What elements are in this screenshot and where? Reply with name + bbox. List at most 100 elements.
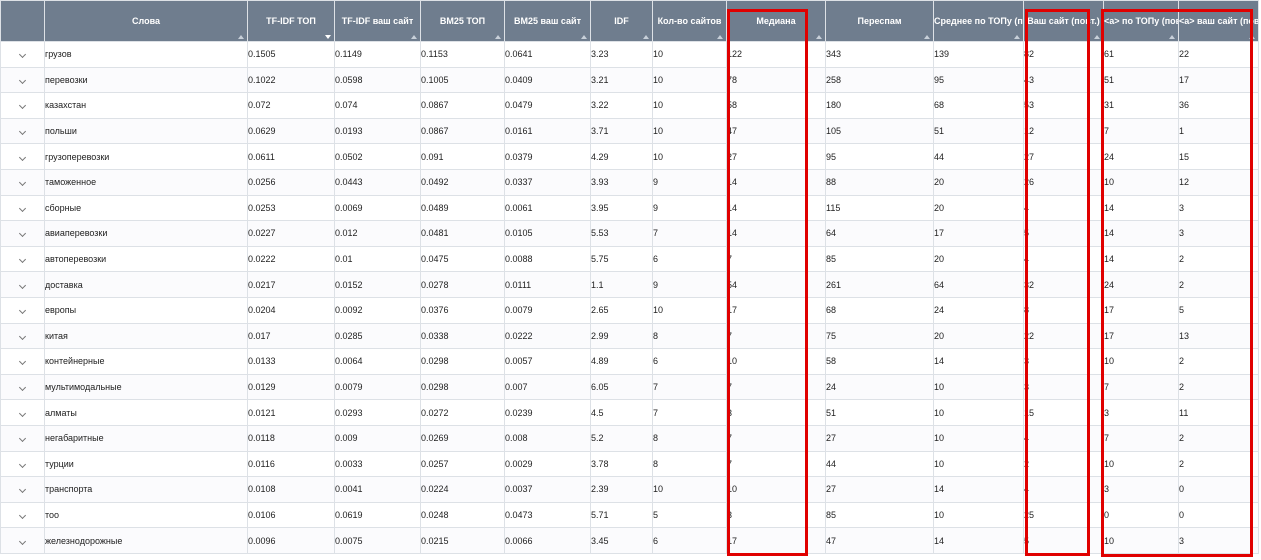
sort-icon[interactable]	[495, 35, 501, 39]
chevron-down-icon[interactable]	[18, 102, 27, 110]
header-your-site[interactable]: Ваш сайт (повт.)	[1023, 0, 1104, 42]
header-word[interactable]: Слова	[44, 0, 248, 42]
expand-cell[interactable]	[0, 220, 45, 247]
expand-cell[interactable]	[0, 245, 45, 273]
chevron-down-icon[interactable]	[18, 76, 27, 84]
idf-cell: 3.45	[590, 527, 653, 554]
chevron-down-icon[interactable]	[18, 281, 27, 289]
expand-cell[interactable]	[0, 41, 45, 68]
chevron-down-icon[interactable]	[18, 256, 27, 264]
tfidf-top-cell: 0.0129	[247, 373, 335, 401]
bm25-site-cell: 0.0479	[504, 92, 591, 119]
expand-cell[interactable]	[0, 527, 45, 554]
expand-cell[interactable]	[0, 194, 45, 222]
overspam-cell: 95	[825, 143, 934, 170]
expand-cell[interactable]	[0, 399, 45, 426]
expand-cell[interactable]	[0, 450, 45, 478]
header-tfidf-top[interactable]: TF-IDF ТОП	[247, 0, 335, 42]
sort-icon[interactable]	[411, 35, 417, 39]
expand-cell[interactable]	[0, 117, 45, 145]
bm25-site-cell: 0.0337	[504, 168, 591, 196]
header-overspam[interactable]: Переспам	[825, 0, 934, 42]
sites-cell: 8	[652, 424, 727, 452]
header-bm25-top[interactable]: BM25 ТОП	[420, 0, 505, 42]
a-site-cell: 3	[1178, 220, 1259, 247]
header-sites[interactable]: Кол-во сайтов	[652, 0, 727, 42]
expand-cell[interactable]	[0, 348, 45, 375]
bm25-top-cell: 0.0867	[420, 92, 505, 119]
tfidf-top-cell: 0.0222	[247, 245, 335, 273]
expand-cell[interactable]	[0, 66, 45, 94]
header-a-site[interactable]: <a> ваш сайт (повт.)	[1178, 0, 1259, 42]
expand-cell[interactable]	[0, 168, 45, 196]
expand-cell[interactable]	[0, 271, 45, 298]
sites-cell: 10	[652, 41, 727, 68]
sort-desc-icon[interactable]	[325, 35, 331, 39]
bm25-top-cell: 0.0224	[420, 476, 505, 503]
chevron-down-icon[interactable]	[18, 537, 27, 545]
expand-cell[interactable]	[0, 373, 45, 401]
sort-icon[interactable]	[581, 35, 587, 39]
sites-cell: 10	[652, 476, 727, 503]
header-median[interactable]: Медиана	[726, 0, 826, 42]
sort-icon[interactable]	[238, 35, 244, 39]
bm25-top-cell: 0.0867	[420, 117, 505, 145]
chevron-down-icon[interactable]	[18, 230, 27, 238]
chevron-down-icon[interactable]	[18, 435, 27, 443]
expand-cell[interactable]	[0, 424, 45, 452]
word-cell: транспорта	[44, 476, 248, 503]
tfidf-top-cell: 0.0227	[247, 220, 335, 247]
tfidf-site-cell: 0.1149	[334, 41, 421, 68]
bm25-site-cell: 0.0029	[504, 450, 591, 478]
expand-cell[interactable]	[0, 143, 45, 170]
sort-icon[interactable]	[1094, 35, 1100, 39]
table-row: тоо 0.0106 0.0619 0.0248 0.0473 5.71 5 3…	[0, 501, 1259, 529]
tfidf-site-cell: 0.0598	[334, 66, 421, 94]
header-avg-top[interactable]: Среднее по ТОПу (повт.)	[933, 0, 1024, 42]
chevron-down-icon[interactable]	[18, 486, 27, 494]
chevron-down-icon[interactable]	[18, 460, 27, 468]
expand-cell[interactable]	[0, 92, 45, 119]
median-cell: 3	[726, 399, 826, 426]
chevron-down-icon[interactable]	[18, 153, 27, 161]
tfidf-site-cell: 0.0064	[334, 348, 421, 375]
expand-cell[interactable]	[0, 501, 45, 529]
sort-icon[interactable]	[643, 35, 649, 39]
a-site-cell: 13	[1178, 322, 1259, 350]
header-bm25-site[interactable]: BM25 ваш сайт	[504, 0, 591, 42]
tfidf-site-cell: 0.0033	[334, 450, 421, 478]
bm25-top-cell: 0.0298	[420, 373, 505, 401]
chevron-down-icon[interactable]	[18, 383, 27, 392]
sort-icon[interactable]	[1014, 35, 1020, 39]
a-site-cell: 12	[1178, 168, 1259, 196]
chevron-down-icon[interactable]	[18, 51, 27, 59]
expand-cell[interactable]	[0, 296, 45, 324]
chevron-down-icon[interactable]	[18, 511, 27, 520]
sort-icon[interactable]	[816, 35, 822, 39]
chevron-down-icon[interactable]	[18, 307, 27, 315]
header-tfidf-site[interactable]: TF-IDF ваш сайт	[334, 0, 421, 42]
sort-icon[interactable]	[717, 35, 723, 39]
sort-icon[interactable]	[924, 35, 930, 39]
median-cell: 7	[726, 245, 826, 273]
header-idf[interactable]: IDF	[590, 0, 653, 42]
a-site-cell: 2	[1178, 271, 1259, 298]
avg-top-cell: 95	[933, 66, 1024, 94]
expand-cell[interactable]	[0, 476, 45, 503]
a-top-cell: 31	[1103, 92, 1179, 119]
chevron-down-icon[interactable]	[18, 128, 27, 136]
chevron-down-icon[interactable]	[18, 409, 27, 417]
expand-cell[interactable]	[0, 322, 45, 350]
chevron-down-icon[interactable]	[18, 332, 27, 340]
sites-cell: 9	[652, 194, 727, 222]
table-row: контейнерные 0.0133 0.0064 0.0298 0.0057…	[0, 348, 1259, 375]
header-a-top[interactable]: <a> по ТОПу (повт.)	[1103, 0, 1179, 42]
a-top-cell: 24	[1103, 271, 1179, 298]
chevron-down-icon[interactable]	[18, 358, 27, 366]
chevron-down-icon[interactable]	[18, 179, 27, 187]
table-row: казахстан 0.072 0.074 0.0867 0.0479 3.22…	[0, 92, 1259, 119]
sort-icon[interactable]	[1249, 35, 1255, 39]
sort-icon[interactable]	[1169, 35, 1175, 39]
your-site-cell: 5	[1023, 220, 1104, 247]
chevron-down-icon[interactable]	[18, 204, 27, 212]
